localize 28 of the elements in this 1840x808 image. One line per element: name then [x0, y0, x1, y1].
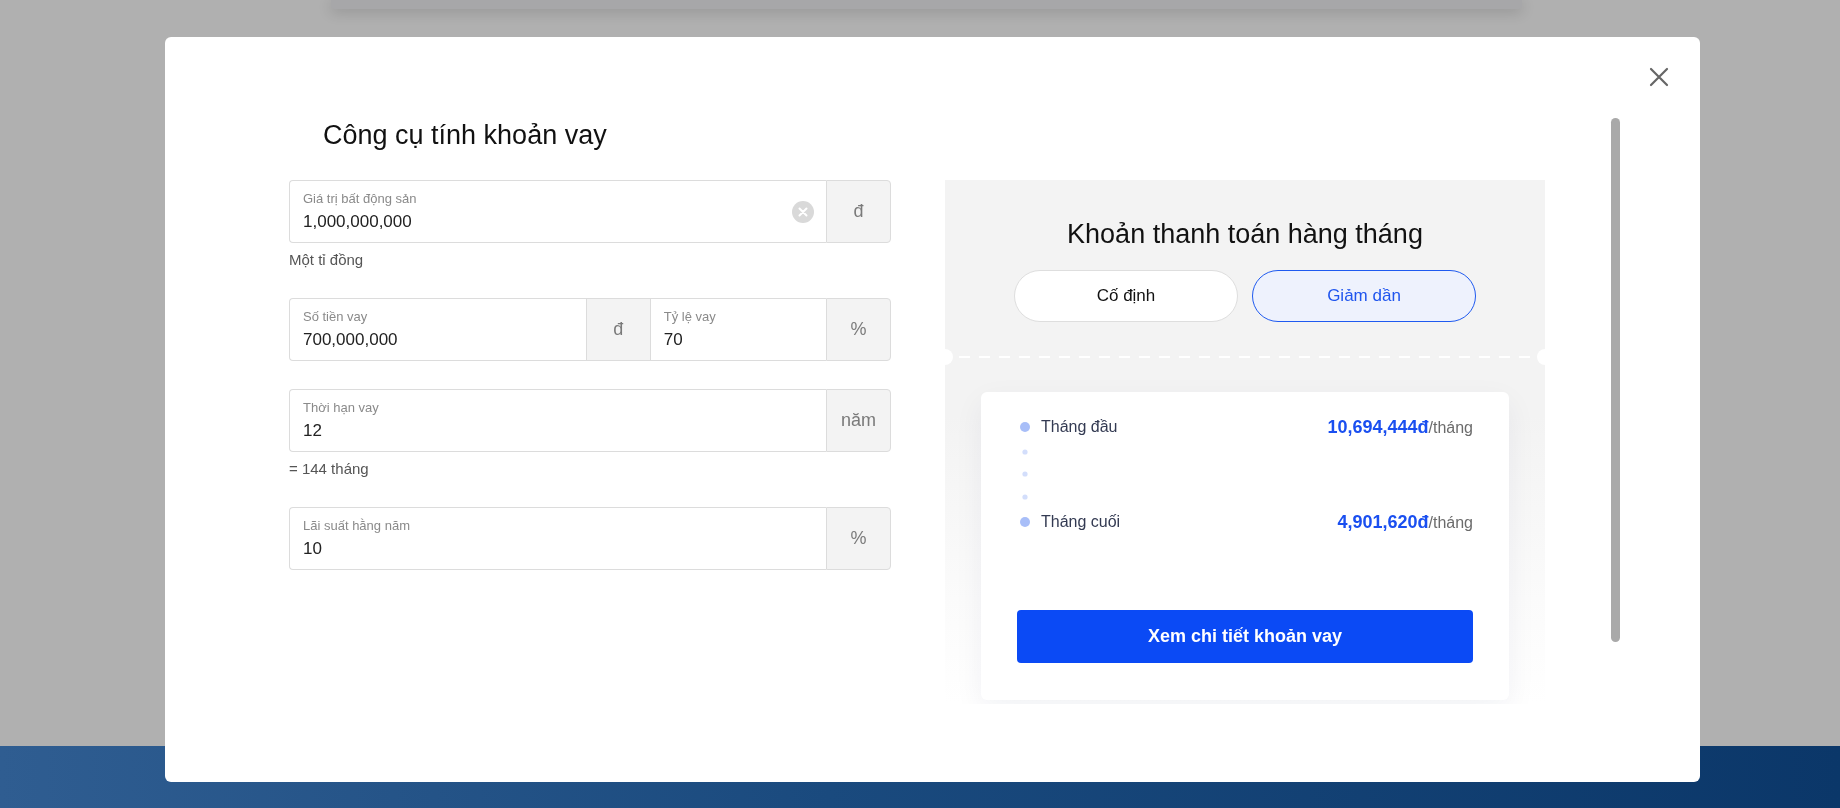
- unit-suffix: %: [826, 507, 891, 570]
- input-field[interactable]: Số tiền vay 700,000,000: [289, 298, 586, 361]
- unit-suffix: đ: [826, 180, 891, 243]
- per-month-unit: /tháng: [1428, 513, 1473, 532]
- input-field[interactable]: Lãi suất hằng năm 10: [289, 507, 826, 570]
- helper-text: = 144 tháng: [289, 459, 369, 479]
- payment-amount: 10,694,444đ: [1327, 416, 1429, 438]
- helper-text: Một tỉ đồng: [289, 250, 364, 270]
- month-label: Tháng cuối: [1041, 513, 1121, 531]
- mode-tab[interactable]: Cố định: [1014, 270, 1238, 322]
- bullet-dot-icon: [1020, 422, 1030, 432]
- input-field[interactable]: Tỷ lệ vay 70: [649, 298, 826, 361]
- payment-amount: 4,901,620đ: [1337, 511, 1429, 533]
- clear-icon[interactable]: [792, 200, 814, 223]
- details-button[interactable]: Xem chi tiết khoản vay: [1017, 610, 1473, 663]
- per-month-unit: /tháng: [1428, 418, 1473, 437]
- input-field[interactable]: Thời hạn vay 12: [289, 389, 826, 452]
- unit-suffix: năm: [826, 389, 891, 452]
- panel-title: Khoản thanh toán hàng tháng: [1067, 218, 1423, 251]
- scrollbar-thumb[interactable]: [1611, 118, 1620, 642]
- bullet-dot-icon: [1020, 517, 1030, 527]
- unit-suffix: %: [826, 298, 891, 361]
- close-icon[interactable]: [1647, 65, 1671, 89]
- dialog-title: Công cụ tính khoản vay: [323, 119, 607, 152]
- input-field[interactable]: Giá trị bất động sản 1,000,000,000: [289, 180, 826, 243]
- mode-tab[interactable]: Giảm dần: [1252, 270, 1476, 322]
- month-label: Tháng đầu: [1041, 418, 1118, 436]
- unit-suffix: đ: [585, 298, 651, 361]
